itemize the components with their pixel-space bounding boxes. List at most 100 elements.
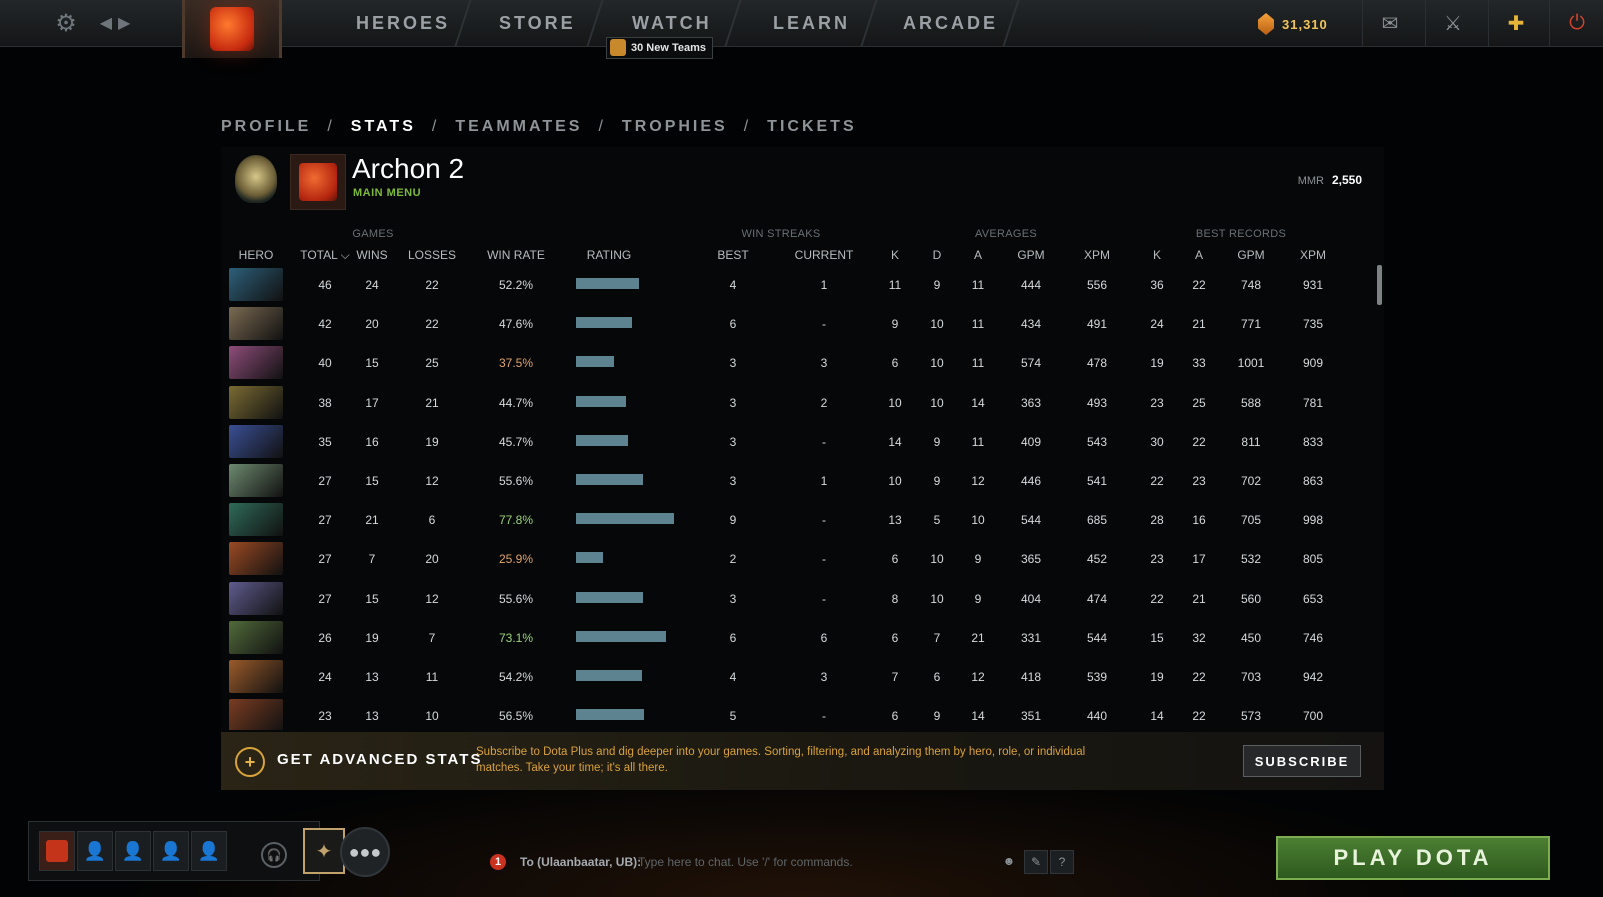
tab-tickets[interactable]: TICKETS [767, 118, 856, 136]
gear-icon[interactable]: ⚙ [48, 0, 84, 46]
hero-portrait[interactable] [229, 699, 283, 730]
col-total[interactable]: TOTAL ⌵ [297, 248, 353, 263]
col-avg-kills[interactable]: K [885, 248, 905, 262]
col-best-gpm[interactable]: GPM [1231, 248, 1271, 262]
table-row[interactable]: 27 15 12 55.6% 3 1 10 9 12 446 541 22 23 702 863 [221, 461, 1357, 501]
hero-portrait[interactable] [229, 464, 283, 497]
back-arrow-icon[interactable]: ◀ [100, 13, 118, 33]
hero-portrait[interactable] [229, 503, 283, 537]
table-scrollbar[interactable] [1377, 265, 1382, 305]
table-row[interactable]: 27 15 12 55.6% 3 - 8 10 9 404 474 22 21 560 653 [221, 579, 1357, 619]
chat-input[interactable] [636, 850, 985, 874]
table-row[interactable]: 26 19 7 73.1% 6 6 6 7 21 331 544 15 32 450 746 [221, 618, 1357, 658]
table-row[interactable]: 35 16 19 45.7% 3 - 14 9 11 409 543 30 22 811 833 [221, 422, 1357, 462]
table-row[interactable]: 24 13 11 54.2% 4 3 7 6 12 418 539 19 22 703 942 [221, 657, 1357, 697]
mail-icon[interactable]: ✉ [1362, 0, 1417, 46]
nav-arcade[interactable]: ARCADE [903, 0, 998, 46]
chat-alert-badge[interactable]: 1 [490, 854, 506, 870]
voice-chat-icon[interactable]: 🎧 [261, 842, 287, 868]
cell-xpm: 556 [1086, 278, 1108, 292]
table-row[interactable]: 40 15 25 37.5% 3 3 6 10 11 574 478 19 33 1001 909 [221, 343, 1357, 383]
cell-best: 9 [729, 513, 737, 528]
hero-portrait[interactable] [229, 660, 283, 693]
cell-best: 4 [729, 670, 737, 684]
table-row[interactable]: 27 21 6 77.8% 9 - 13 5 10 544 685 28 16 705 998 [221, 500, 1357, 540]
hero-portrait[interactable] [229, 385, 283, 419]
party-slot[interactable]: 👤 [153, 831, 189, 871]
dota-plus-icon[interactable]: ✚ [1488, 0, 1543, 46]
player-name: Archon 2 [352, 153, 465, 184]
col-avg-deaths[interactable]: D [927, 248, 947, 262]
cell-ba: 16 [1192, 513, 1206, 528]
cell-bk: 14 [1150, 709, 1164, 724]
col-losses[interactable]: LOSSES [404, 248, 460, 262]
hero-portrait[interactable] [229, 581, 283, 615]
hero-portrait[interactable] [229, 620, 283, 654]
col-wins[interactable]: WINS [352, 248, 392, 262]
cell-bgpm: 703 [1240, 670, 1262, 684]
party-slot[interactable]: 👤 [191, 831, 227, 871]
table-row[interactable]: 23 13 10 56.5% 5 - 6 9 14 351 440 14 22 573 700 [221, 696, 1357, 730]
hero-portrait[interactable] [229, 346, 283, 380]
avatar[interactable] [290, 154, 346, 210]
hero-portrait[interactable] [229, 307, 283, 341]
table-row[interactable]: 38 17 21 44.7% 3 2 10 10 14 363 493 23 25 588 781 [221, 383, 1357, 423]
col-avg-xpm[interactable]: XPM [1077, 248, 1117, 262]
watch-new-teams-badge[interactable]: 30 New Teams [606, 37, 714, 59]
cell-k: 13 [888, 513, 902, 528]
help-button[interactable]: ? [1050, 850, 1074, 874]
power-icon[interactable]: ⏻ [1549, 0, 1603, 46]
cell-ba: 25 [1192, 395, 1206, 410]
col-avg-assists[interactable]: A [968, 248, 988, 262]
col-win-rate[interactable]: WIN RATE [483, 248, 549, 262]
promo-description: Subscribe to Dota Plus and dig deeper in… [476, 746, 1086, 774]
col-avg-gpm[interactable]: GPM [1011, 248, 1051, 262]
col-best-xpm[interactable]: XPM [1293, 248, 1333, 262]
col-best-assists[interactable]: A [1189, 248, 1209, 262]
group-averages: AVERAGES [974, 228, 1038, 240]
nav-heroes[interactable]: HEROES [356, 0, 450, 46]
nav-learn[interactable]: LEARN [773, 0, 850, 46]
table-row[interactable]: 46 24 22 52.2% 4 1 11 9 11 444 556 36 22 748 931 [221, 265, 1357, 305]
party-leader-slot[interactable] [39, 831, 75, 871]
subscribe-button[interactable]: SUBSCRIBE [1243, 745, 1361, 777]
rating-bar [576, 513, 674, 525]
col-current-streak[interactable]: CURRENT [789, 248, 859, 262]
cell-gpm: 363 [1020, 395, 1042, 410]
col-rating[interactable]: RATING [576, 248, 642, 262]
rating-bar [576, 317, 632, 329]
play-dota-button[interactable]: PLAY DOTA [1276, 836, 1550, 880]
cell-xpm: 539 [1086, 670, 1108, 684]
col-best-kills[interactable]: K [1147, 248, 1167, 262]
party-slot[interactable]: 👤 [115, 831, 151, 871]
groups-button[interactable]: ●●● [340, 827, 390, 877]
col-best-streak[interactable]: BEST [713, 248, 753, 262]
emoticon-icon[interactable]: ☻ [998, 850, 1020, 872]
chat-wheel-icon[interactable]: ✎ [1024, 850, 1048, 874]
shards-balance[interactable]: 31,310 [1258, 8, 1328, 40]
party-slot[interactable]: 👤 [77, 831, 113, 871]
cell-total: 27 [318, 474, 332, 488]
tab-stats[interactable]: STATS [351, 118, 416, 136]
hero-portrait[interactable] [229, 268, 283, 301]
table-row[interactable]: 27 7 20 25.9% 2 - 6 10 9 365 452 23 17 532 805 [221, 539, 1357, 579]
party-bar: 👤 👤 👤 👤 🎧 ✦ [28, 821, 345, 881]
rank-medal-icon[interactable] [235, 155, 277, 203]
armory-icon[interactable]: ⚔ [1425, 0, 1480, 46]
chat-channel-label[interactable]: To (Ulaanbaatar, UB): [520, 855, 641, 869]
hero-portrait[interactable] [229, 424, 283, 458]
hero-portrait[interactable] [229, 542, 283, 576]
dota-logo-icon [210, 7, 254, 51]
nav-store[interactable]: STORE [499, 0, 576, 46]
cell-ba: 33 [1192, 356, 1206, 371]
cell-current: - [822, 513, 826, 528]
forward-arrow-icon[interactable]: ▶ [118, 13, 136, 33]
tab-teammates[interactable]: TEAMMATES [455, 118, 582, 136]
dota-logo-button[interactable] [182, 0, 282, 58]
tab-profile[interactable]: PROFILE [221, 118, 311, 136]
table-row[interactable]: 42 20 22 47.6% 6 - 9 10 11 434 491 24 21 771 735 [221, 304, 1357, 344]
tab-trophies[interactable]: TROPHIES [622, 118, 728, 136]
cell-total: 38 [318, 395, 332, 410]
battle-pass-icon[interactable]: ✦ [303, 828, 345, 874]
col-hero[interactable]: HERO [231, 248, 281, 262]
